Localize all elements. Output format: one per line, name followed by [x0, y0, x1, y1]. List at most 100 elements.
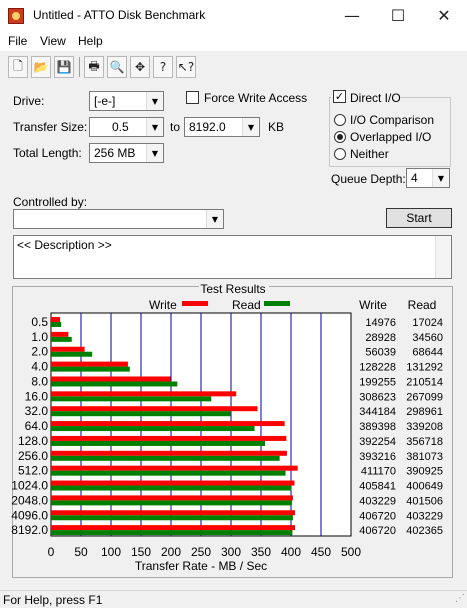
- kb-label: KB: [268, 120, 285, 134]
- force-write-checkbox[interactable]: [186, 91, 199, 104]
- x-tick-label: 450: [311, 545, 331, 559]
- write-bar: [51, 331, 69, 337]
- write-value-label: 405841: [359, 481, 396, 493]
- save-button[interactable]: 💾: [54, 56, 74, 78]
- x-tick-label: 0: [48, 545, 55, 559]
- read-bar: [51, 470, 286, 476]
- new-document-icon: 🗋: [13, 58, 23, 73]
- total-length-select[interactable]: 256 MB ▼: [89, 143, 164, 163]
- write-bar: [51, 376, 171, 382]
- write-bar: [51, 450, 287, 456]
- read-value-label: 402365: [406, 525, 443, 537]
- x-tick-label: 250: [191, 545, 211, 559]
- drive-select[interactable]: [-e-] ▼: [89, 91, 164, 111]
- chevron-down-icon[interactable]: ▼: [146, 144, 163, 162]
- write-bar: [51, 525, 296, 531]
- chevron-down-icon[interactable]: ▼: [206, 210, 223, 228]
- category-label: 4.0: [31, 360, 48, 374]
- write-bar: [51, 495, 293, 501]
- write-column-header: Write: [359, 298, 387, 312]
- category-label: 512.0: [18, 464, 48, 478]
- test-results-chart: Test Results Write Read 0.5 14976 17024 1.0 289…: [11, 282, 443, 573]
- transfer-size-from-select[interactable]: 0.5 ▼: [89, 117, 164, 137]
- maximize-icon: ☐: [390, 6, 406, 25]
- read-value-label: 356718: [406, 436, 443, 448]
- help-button[interactable]: ?: [153, 56, 173, 78]
- read-column-header: Read: [408, 298, 437, 312]
- write-bar: [51, 361, 128, 367]
- x-tick-label: 350: [251, 545, 271, 559]
- read-value-label: 17024: [412, 317, 443, 329]
- category-label: 2048.0: [11, 493, 48, 507]
- controlled-by-select[interactable]: ▼: [13, 209, 224, 229]
- direct-io-checkbox[interactable]: ✓: [333, 90, 346, 103]
- x-tick-label: 200: [161, 545, 181, 559]
- write-bar: [51, 391, 237, 397]
- total-length-label: Total Length:: [13, 146, 82, 160]
- write-bar: [51, 406, 258, 412]
- new-button[interactable]: 🗋: [8, 56, 28, 78]
- write-value-label: 393216: [359, 451, 396, 463]
- minimize-button[interactable]: —: [329, 0, 375, 31]
- menu-view[interactable]: View: [40, 34, 66, 48]
- description-scrollbar[interactable]: [435, 236, 451, 278]
- transfer-from-value: 0.5: [112, 120, 129, 134]
- chevron-down-icon[interactable]: ▼: [242, 118, 259, 136]
- chevron-down-icon[interactable]: ▼: [432, 169, 449, 187]
- chart-title: Test Results: [200, 282, 265, 296]
- read-bar: [51, 351, 93, 357]
- move-icon: ✥: [134, 60, 146, 74]
- print-button[interactable]: 🖶: [84, 56, 104, 78]
- read-bar: [51, 530, 293, 536]
- x-tick-label: 50: [74, 545, 88, 559]
- description-text: << Description >>: [17, 238, 112, 252]
- description-textarea[interactable]: << Description >>: [13, 235, 452, 279]
- menu-file[interactable]: File: [8, 34, 27, 48]
- category-label: 128.0: [18, 434, 48, 448]
- category-label: 64.0: [25, 419, 49, 433]
- write-value-label: 392254: [359, 436, 396, 448]
- legend-write-swatch: [182, 301, 208, 306]
- read-value-label: 298961: [406, 406, 443, 418]
- category-label: 0.5: [31, 315, 48, 329]
- chevron-down-icon[interactable]: ▼: [146, 92, 163, 110]
- legend-write-label: Write: [149, 298, 177, 312]
- write-value-label: 14976: [365, 317, 396, 329]
- x-tick-label: 100: [101, 545, 121, 559]
- queue-depth-label: Queue Depth:: [331, 172, 406, 186]
- transfer-to-value: 8192.0: [189, 120, 226, 134]
- read-value-label: 68644: [412, 347, 443, 359]
- status-text: For Help, press F1: [3, 593, 103, 607]
- toolbar: 🗋 📂 💾 🖶 🔍 ✥ ? ↖?: [0, 53, 467, 80]
- write-bar: [51, 480, 295, 486]
- read-value-label: 400649: [406, 481, 443, 493]
- print-preview-button[interactable]: 🔍: [107, 56, 127, 78]
- minimize-icon: —: [344, 6, 360, 25]
- help-icon: ?: [159, 60, 167, 74]
- read-value-label: 390925: [406, 466, 443, 478]
- transfer-size-to-select[interactable]: 8192.0 ▼: [184, 117, 260, 137]
- read-bar: [51, 381, 178, 387]
- neither-radio[interactable]: [334, 148, 346, 160]
- read-value-label: 210514: [406, 376, 443, 388]
- category-label: 2.0: [31, 345, 48, 359]
- app-icon: [8, 8, 24, 24]
- write-value-label: 403229: [359, 495, 396, 507]
- chevron-down-icon[interactable]: ▼: [146, 118, 163, 136]
- write-value-label: 28928: [365, 332, 396, 344]
- io-comparison-radio[interactable]: [334, 114, 346, 126]
- write-bar: [51, 421, 285, 427]
- close-button[interactable]: ✕: [421, 0, 467, 31]
- maximize-button[interactable]: ☐: [375, 0, 421, 31]
- write-bar: [51, 510, 296, 516]
- open-button[interactable]: 📂: [31, 56, 51, 78]
- neither-label: Neither: [350, 147, 389, 161]
- controlled-by-label: Controlled by:: [13, 195, 88, 209]
- move-button[interactable]: ✥: [130, 56, 150, 78]
- context-help-button[interactable]: ↖?: [176, 56, 196, 78]
- start-button[interactable]: Start: [386, 208, 452, 228]
- queue-depth-select[interactable]: 4 ▼: [406, 168, 450, 188]
- resize-grip-icon[interactable]: ⋰: [455, 593, 465, 604]
- menu-help[interactable]: Help: [78, 34, 103, 48]
- overlapped-io-radio[interactable]: [334, 131, 346, 143]
